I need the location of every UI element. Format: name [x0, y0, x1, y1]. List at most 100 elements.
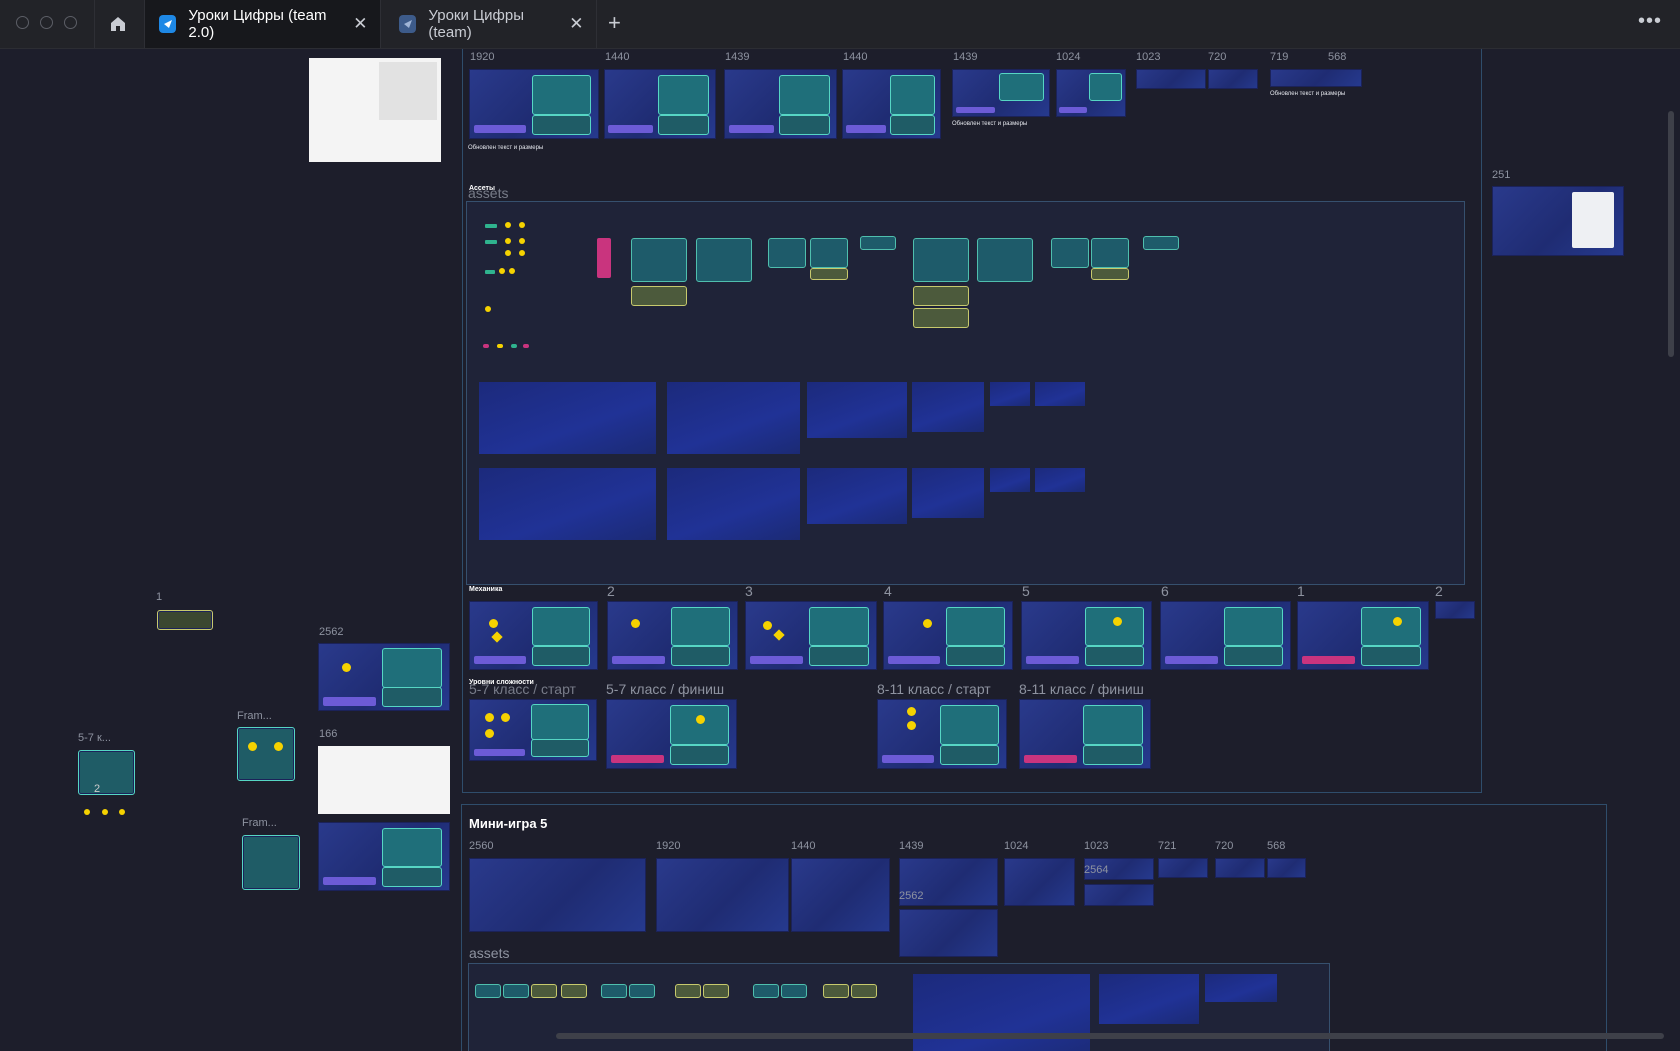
frame-label: 4: [884, 583, 892, 599]
frame-label: 5-7 класс / старт: [469, 681, 576, 697]
frame-label: 1920: [470, 51, 495, 63]
window-close-button[interactable]: [16, 16, 29, 29]
frame-label: assets: [469, 945, 510, 961]
frame-thumbnail[interactable]: [237, 727, 295, 781]
frame-label: 1024: [1056, 51, 1081, 63]
frame-thumbnail[interactable]: [318, 746, 450, 814]
tab-label: Уроки Цифры (team 2.0): [188, 7, 327, 41]
frame-label: 2562: [319, 626, 344, 638]
window-minimize-button[interactable]: [40, 16, 53, 29]
frame-label: 8-11 класс / финиш: [1019, 681, 1144, 697]
frame-thumbnail[interactable]: [1297, 601, 1429, 670]
frame-label: 2562: [899, 890, 924, 902]
frame-thumbnail[interactable]: [1492, 186, 1624, 256]
frame-thumbnail[interactable]: [1021, 601, 1152, 670]
frame-thumbnail[interactable]: [157, 610, 213, 630]
frame-label: 1: [1297, 583, 1305, 599]
frame-label: 1024: [1004, 840, 1029, 852]
frame-thumbnail[interactable]: [1270, 69, 1362, 87]
frame-thumbnail[interactable]: [842, 69, 941, 139]
frame-thumbnail[interactable]: [607, 601, 738, 670]
tab-label: Уроки Цифры (team): [428, 7, 524, 41]
frame-label: 1439: [953, 51, 978, 63]
frame-label: 5-7 к...: [78, 732, 111, 744]
note-text: Обновлен текст и размеры: [952, 121, 1028, 127]
frame-label: 2560: [469, 840, 494, 852]
frame-label: 8-11 класс / старт: [877, 681, 991, 697]
tab-team[interactable]: Уроки Цифры (team) ✕: [381, 0, 596, 48]
frame-thumbnail[interactable]: [242, 835, 300, 890]
frame-thumbnail[interactable]: [656, 858, 789, 932]
frame-label: assets: [468, 185, 509, 201]
frame-thumbnail[interactable]: [606, 699, 737, 769]
figma-file-icon: [159, 15, 177, 33]
frame-thumbnail[interactable]: [469, 601, 598, 670]
frame-thumbnail[interactable]: [1004, 858, 1075, 906]
frame-thumbnail[interactable]: [1267, 858, 1306, 878]
frame-label: 721: [1158, 840, 1177, 852]
frame-label: Fram...: [237, 710, 272, 722]
frame-thumbnail[interactable]: [745, 601, 877, 670]
more-menu-icon[interactable]: •••: [1638, 10, 1662, 33]
frame-thumbnail[interactable]: [318, 643, 450, 711]
frame-label: 251: [1492, 169, 1511, 181]
frame-label: 2: [94, 783, 101, 795]
frame-thumbnail[interactable]: [1215, 858, 1265, 878]
frame-thumbnail[interactable]: [1084, 884, 1154, 906]
frame-thumbnail[interactable]: [791, 858, 890, 932]
frame-label: 166: [319, 728, 338, 740]
frame-thumbnail[interactable]: [883, 601, 1013, 670]
frame-label: 1: [156, 591, 163, 603]
divider: [94, 0, 95, 48]
note-text: Обновлен текст и размеры: [468, 145, 544, 151]
frame-label: 1439: [725, 51, 750, 63]
frame-thumbnail[interactable]: [1158, 858, 1208, 878]
frame-label: 2: [1435, 583, 1443, 599]
frame-thumbnail[interactable]: [1160, 601, 1291, 670]
frame-thumbnail[interactable]: [1019, 699, 1151, 769]
frame-label: 1023: [1136, 51, 1161, 63]
frame-thumbnail[interactable]: [952, 69, 1050, 117]
frame-thumbnail[interactable]: [469, 858, 646, 932]
section-title: Мини-игра 5: [469, 816, 548, 831]
frame-label: 2: [607, 583, 615, 599]
frame-label: 6: [1161, 583, 1169, 599]
tab-team-2[interactable]: Уроки Цифры (team 2.0) ✕: [145, 0, 380, 48]
frame-thumbnail[interactable]: [1208, 69, 1258, 89]
window-maximize-button[interactable]: [64, 16, 77, 29]
frame-thumbnail[interactable]: [469, 699, 597, 761]
divider: [596, 0, 597, 48]
frame-thumbnail[interactable]: [318, 822, 450, 891]
close-icon[interactable]: ✕: [351, 14, 370, 34]
frame-label: 1439: [899, 840, 924, 852]
frame-thumbnail[interactable]: [309, 58, 441, 162]
new-tab-button[interactable]: +: [608, 10, 621, 36]
frame-label: 720: [1208, 51, 1227, 63]
frame-thumbnail[interactable]: [899, 909, 998, 957]
frame-label: 332: [309, 49, 327, 52]
frame-thumbnail[interactable]: [78, 750, 135, 795]
figma-file-icon: [399, 15, 417, 33]
frame-label: 1920: [656, 840, 681, 852]
frame-label: 720: [1215, 840, 1234, 852]
frame-thumbnail[interactable]: [604, 69, 716, 139]
frame-thumbnail[interactable]: [877, 699, 1007, 769]
frame-thumbnail[interactable]: [724, 69, 837, 139]
frame-label: 1440: [791, 840, 816, 852]
frame-thumbnail[interactable]: [469, 69, 599, 139]
close-icon[interactable]: ✕: [567, 14, 586, 34]
design-canvas[interactable]: 332 1920 1440 1439 1440 1439 1024 1023 7…: [0, 49, 1680, 1051]
frame-label: 568: [1267, 840, 1286, 852]
frame-thumbnail[interactable]: [1056, 69, 1126, 117]
note-text: Обновлен текст и размеры: [1270, 91, 1346, 97]
frame-thumbnail[interactable]: [1435, 601, 1475, 619]
frame-label: 1440: [605, 51, 630, 63]
frame-thumbnail[interactable]: [1136, 69, 1206, 89]
frame-label: Fram...: [242, 817, 277, 829]
frame-label: 1023: [1084, 840, 1109, 852]
assets-frame[interactable]: [466, 201, 1465, 585]
home-icon[interactable]: [104, 12, 132, 36]
frame-label: 3: [745, 583, 753, 599]
vertical-scrollbar[interactable]: [1668, 111, 1674, 357]
horizontal-scrollbar[interactable]: [556, 1033, 1664, 1039]
